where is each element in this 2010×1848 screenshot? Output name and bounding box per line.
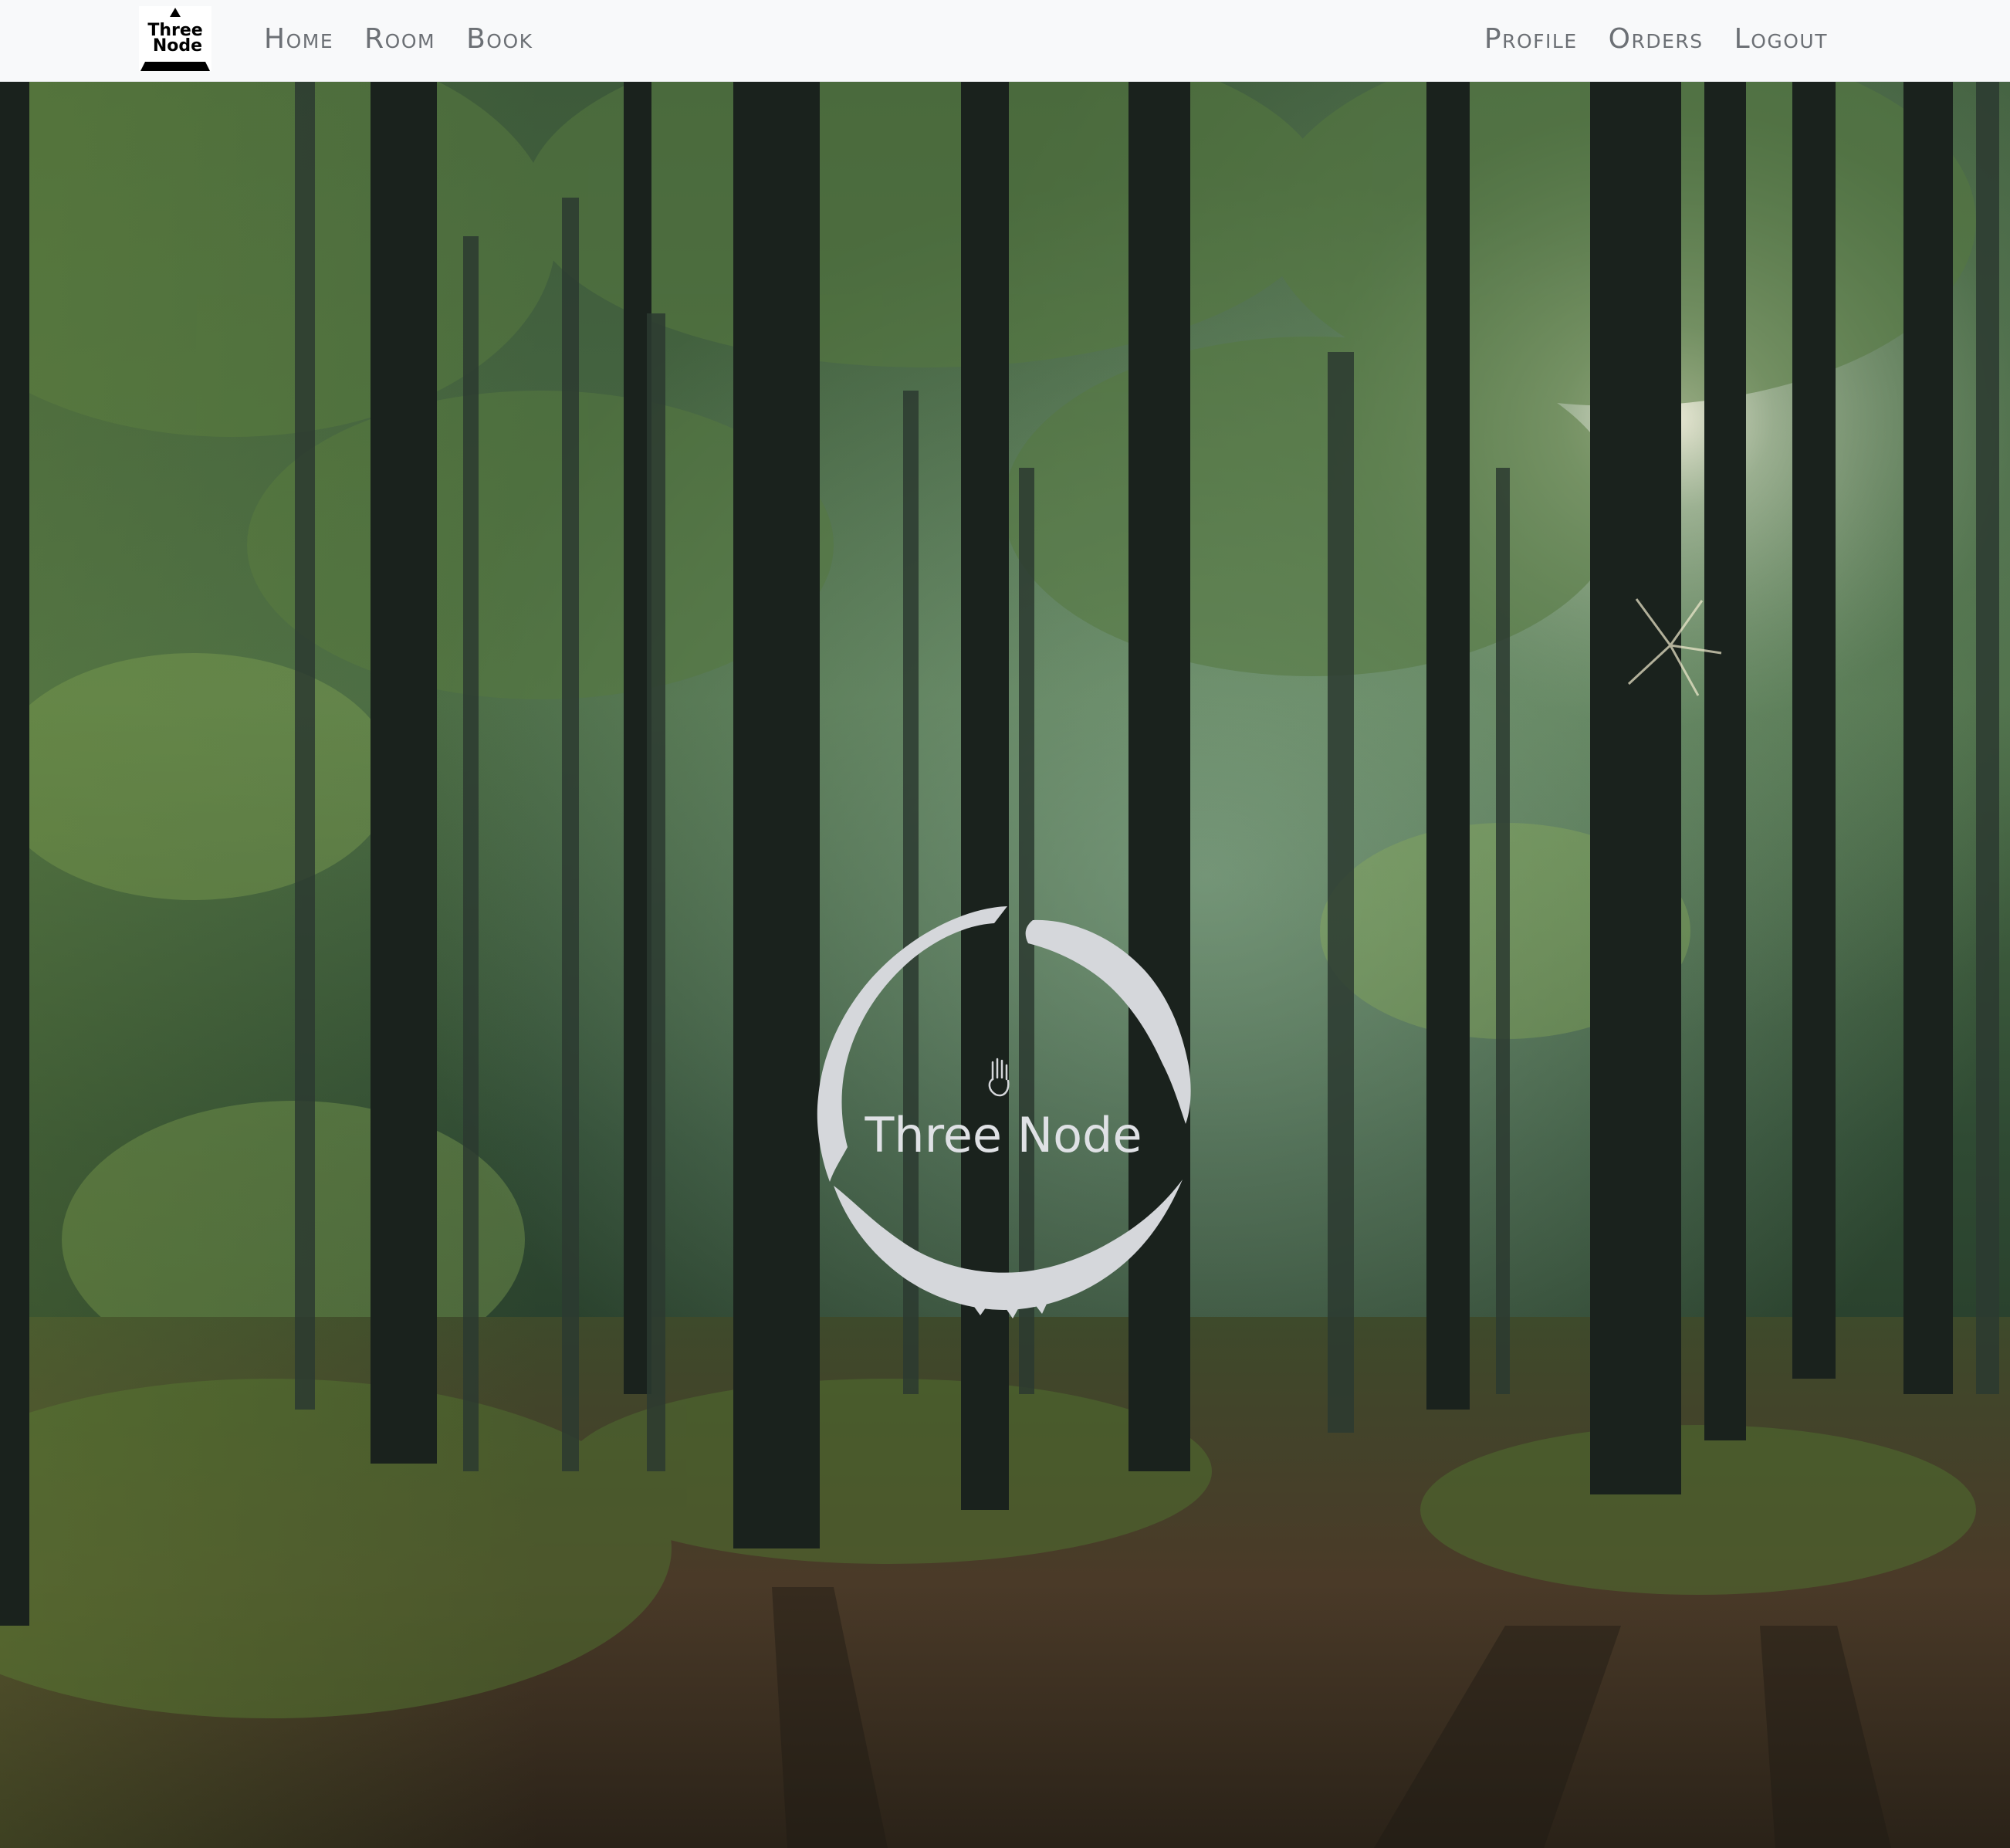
- nav-book-link[interactable]: Book: [466, 23, 533, 55]
- nav-left-group: Home Room Book: [264, 0, 564, 77]
- nav-orders-link[interactable]: Orders: [1609, 23, 1704, 55]
- three-node-logo: Three Node: [787, 892, 1220, 1340]
- hero-logo-text: Three Node: [865, 1107, 1142, 1163]
- top-navbar: Three Node Home Room Book Profile Orders…: [0, 0, 2010, 82]
- nav-logout-link[interactable]: Logout: [1734, 23, 1828, 55]
- nav-right-group: Profile Orders Logout: [1453, 0, 1828, 77]
- brand-logo[interactable]: Three Node: [139, 6, 211, 71]
- nav-profile-link[interactable]: Profile: [1484, 23, 1578, 55]
- hand-icon: [988, 1058, 1010, 1097]
- hero-section: Three Node: [0, 82, 2010, 1848]
- nav-room-link[interactable]: Room: [364, 23, 435, 55]
- nav-home-link[interactable]: Home: [264, 23, 333, 55]
- brand-line-2: Node: [153, 36, 202, 56]
